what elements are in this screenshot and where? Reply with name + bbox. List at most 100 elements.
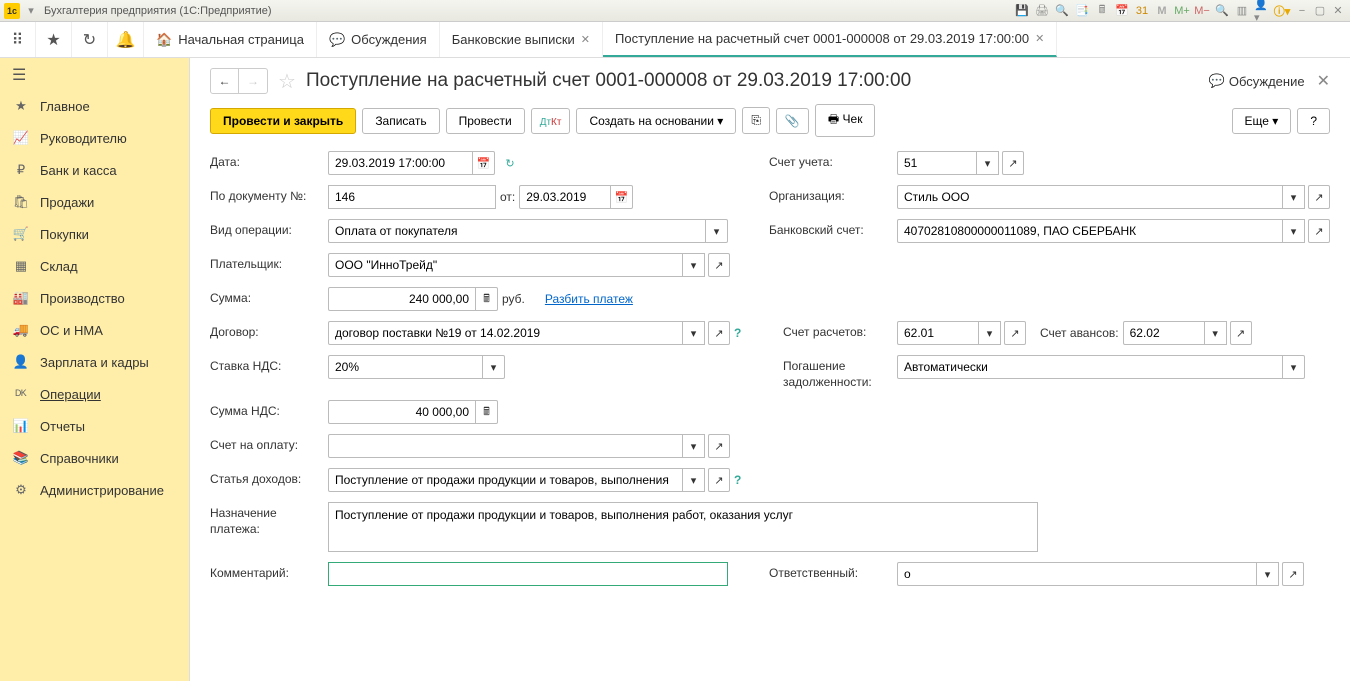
optype-input[interactable] (328, 219, 706, 243)
minimize-button[interactable]: − (1294, 3, 1310, 19)
dropdown-button[interactable]: ▾ (683, 468, 705, 492)
post-and-close-button[interactable]: Провести и закрыть (210, 108, 356, 134)
calc-button[interactable]: 🖩 (476, 400, 498, 424)
dropdown-button[interactable]: ▾ (683, 253, 705, 277)
dropdown-button[interactable]: ▾ (683, 434, 705, 458)
open-button[interactable]: ↗ (708, 253, 730, 277)
open-button[interactable]: ↗ (1004, 321, 1026, 345)
notifications-icon[interactable]: 🔔 (108, 22, 144, 57)
m-plus-icon[interactable]: M+ (1174, 3, 1190, 19)
dropdown-button[interactable]: ▾ (1283, 355, 1305, 379)
dropdown-button[interactable]: ▾ (1205, 321, 1227, 345)
forward-button[interactable]: → (239, 69, 267, 93)
calendar-icon[interactable]: 📅 (1114, 3, 1130, 19)
dropdown-button[interactable]: ▾ (1283, 185, 1305, 209)
open-button[interactable]: ↗ (708, 468, 730, 492)
hamburger-icon[interactable]: ☰ (0, 60, 36, 90)
sidebar-item-assets[interactable]: 🚚ОС и НМА (0, 314, 189, 346)
structure-button[interactable]: ⎘ (742, 107, 770, 134)
date-input[interactable] (328, 151, 473, 175)
calc-button[interactable]: 🖩 (476, 287, 498, 311)
org-input[interactable] (897, 185, 1283, 209)
open-button[interactable]: ↗ (1230, 321, 1252, 345)
post-button[interactable]: Провести (446, 108, 525, 134)
date-icon[interactable]: 31 (1134, 3, 1150, 19)
sidebar-item-catalogs[interactable]: 📚Справочники (0, 442, 189, 474)
sidebar-item-operations[interactable]: ᴰᴷОперации (0, 378, 189, 410)
open-button[interactable]: ↗ (1308, 185, 1330, 209)
maximize-button[interactable]: ▢ (1312, 3, 1328, 19)
help-icon[interactable]: ? (734, 326, 741, 340)
purpose-textarea[interactable] (328, 502, 1038, 552)
tab-home[interactable]: 🏠 Начальная страница (144, 22, 317, 57)
apps-icon[interactable]: ⠿ (0, 22, 36, 57)
compare-icon[interactable]: 📑 (1074, 3, 1090, 19)
tab-bank-statements[interactable]: Банковские выписки ✕ (440, 22, 603, 57)
resp-input[interactable] (897, 562, 1257, 586)
docnum-input[interactable] (328, 185, 496, 209)
dropdown-button[interactable]: ▾ (483, 355, 505, 379)
bank-input[interactable] (897, 219, 1283, 243)
back-button[interactable]: ← (211, 69, 239, 93)
refresh-button[interactable]: ↻ (499, 151, 521, 175)
open-button[interactable]: ↗ (708, 434, 730, 458)
receipt-button[interactable]: 🖶 Чек (815, 104, 876, 137)
income-input[interactable] (328, 468, 683, 492)
sidebar-item-main[interactable]: ★Главное (0, 90, 189, 122)
dropdown-button[interactable]: ▾ (979, 321, 1001, 345)
sum-input[interactable] (328, 287, 476, 311)
favorites-icon[interactable]: ★ (36, 22, 72, 57)
sidebar-item-sales[interactable]: 🛍Продажи (0, 186, 189, 218)
close-panel-icon[interactable]: ✕ (1317, 71, 1330, 91)
m-icon[interactable]: M (1154, 3, 1170, 19)
acct-settle-input[interactable] (897, 321, 979, 345)
tab-receipt-doc[interactable]: Поступление на расчетный счет 0001-00000… (603, 22, 1057, 57)
app-menu-dropdown[interactable]: ▾ (24, 4, 38, 17)
zoom-icon[interactable]: 🔍 (1214, 3, 1230, 19)
calc-icon[interactable]: 🖩 (1094, 3, 1110, 19)
help-button[interactable]: ? (1297, 108, 1330, 134)
save-button[interactable]: Записать (362, 108, 439, 134)
calendar-button[interactable]: 📅 (611, 185, 633, 209)
dtkt-button[interactable]: ДтКт (531, 108, 571, 134)
open-button[interactable]: ↗ (708, 321, 730, 345)
split-payment-link[interactable]: Разбить платеж (545, 292, 633, 306)
dropdown-button[interactable]: ▾ (977, 151, 999, 175)
preview-icon[interactable]: 🔍 (1054, 3, 1070, 19)
vat-input[interactable] (328, 355, 483, 379)
info-icon[interactable]: ⓘ▾ (1274, 3, 1290, 19)
sidebar-item-purchases[interactable]: 🛒Покупки (0, 218, 189, 250)
sidebar-item-reports[interactable]: 📊Отчеты (0, 410, 189, 442)
acct-adv-input[interactable] (1123, 321, 1205, 345)
open-button[interactable]: ↗ (1308, 219, 1330, 243)
history-icon[interactable]: ↻ (72, 22, 108, 57)
close-icon[interactable]: ✕ (581, 33, 590, 46)
contract-input[interactable] (328, 321, 683, 345)
calendar-button[interactable]: 📅 (473, 151, 495, 175)
user-icon[interactable]: 👤▾ (1254, 3, 1270, 19)
more-button[interactable]: Еще ▾ (1232, 108, 1292, 134)
sidebar-item-production[interactable]: 🏭Производство (0, 282, 189, 314)
open-button[interactable]: ↗ (1002, 151, 1024, 175)
debt-input[interactable] (897, 355, 1283, 379)
panels-icon[interactable]: ▥ (1234, 3, 1250, 19)
payer-input[interactable] (328, 253, 683, 277)
vatsum-input[interactable] (328, 400, 476, 424)
sidebar-item-payroll[interactable]: 👤Зарплата и кадры (0, 346, 189, 378)
invoice-input[interactable] (328, 434, 683, 458)
close-icon[interactable]: ✕ (1035, 32, 1044, 45)
save-icon[interactable]: 💾 (1014, 3, 1030, 19)
sidebar-item-bank[interactable]: ₽Банк и касса (0, 154, 189, 186)
m-minus-icon[interactable]: M− (1194, 3, 1210, 19)
dropdown-button[interactable]: ▾ (1257, 562, 1279, 586)
discussion-button[interactable]: 💬 Обсуждение (1209, 73, 1305, 89)
dropdown-button[interactable]: ▾ (1283, 219, 1305, 243)
tab-discussions[interactable]: 💬 Обсуждения (317, 22, 440, 57)
favorite-star-icon[interactable]: ☆ (278, 69, 296, 94)
account-input[interactable] (897, 151, 977, 175)
sidebar-item-admin[interactable]: ⚙Администрирование (0, 474, 189, 506)
sidebar-item-manager[interactable]: 📈Руководителю (0, 122, 189, 154)
print-icon[interactable]: 🖨 (1034, 3, 1050, 19)
dropdown-button[interactable]: ▾ (683, 321, 705, 345)
open-button[interactable]: ↗ (1282, 562, 1304, 586)
